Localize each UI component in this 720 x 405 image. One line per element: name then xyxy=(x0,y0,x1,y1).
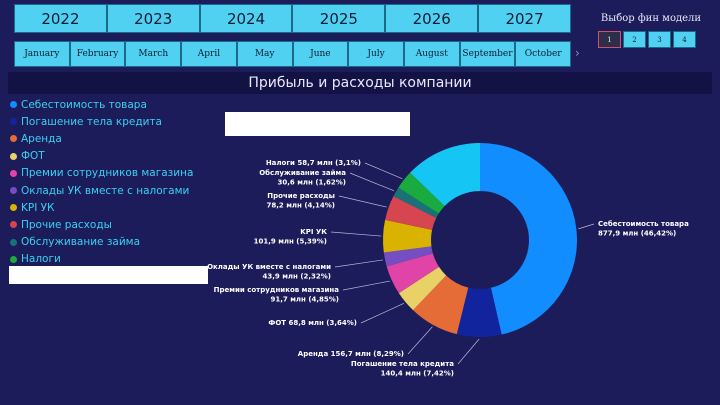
leader-line xyxy=(334,259,384,268)
data-label: Прочие расходы xyxy=(267,192,335,200)
data-label: KPI УК xyxy=(300,228,327,236)
data-label-value: 78,2 млн (4,14%) xyxy=(266,202,335,210)
data-label: Аренда 156,7 млн (8,29%) xyxy=(298,350,404,358)
leader-line xyxy=(407,326,433,355)
donut-chart: Себестоимость товара 877,9 млн (46,42%) По… xyxy=(207,143,689,378)
data-label: Погашение тела кредита xyxy=(351,360,454,368)
leader-line xyxy=(457,338,480,365)
data-label-value: 91,7 млн (4,85%) xyxy=(270,296,339,304)
leader-line xyxy=(330,231,382,237)
data-label: Оклады УК вместе с налогами xyxy=(207,263,331,271)
data-label: Себестоимость товара xyxy=(598,220,689,228)
leader-line xyxy=(342,280,390,291)
data-label-value: 877,9 млн (46,42%) xyxy=(598,230,676,238)
data-label: Обслуживание займа xyxy=(259,169,346,177)
leader-line xyxy=(349,172,395,192)
leader-line xyxy=(360,303,405,324)
data-label-value: 43,9 млн (2,32%) xyxy=(262,273,331,281)
leader-line xyxy=(338,195,387,208)
data-label-value: 101,9 млн (5,39%) xyxy=(254,238,327,246)
data-label: Премии сотрудников магазина xyxy=(214,286,340,294)
data-label: Налоги 58,7 млн (3,1%) xyxy=(266,159,361,167)
data-label: ФОТ 68,8 млн (3,64%) xyxy=(268,319,357,327)
data-label-value: 140,4 млн (7,42%) xyxy=(381,370,454,378)
leader-line xyxy=(364,162,403,180)
leader-line xyxy=(578,223,595,230)
data-label-value: 30,6 млн (1,62%) xyxy=(277,179,346,187)
